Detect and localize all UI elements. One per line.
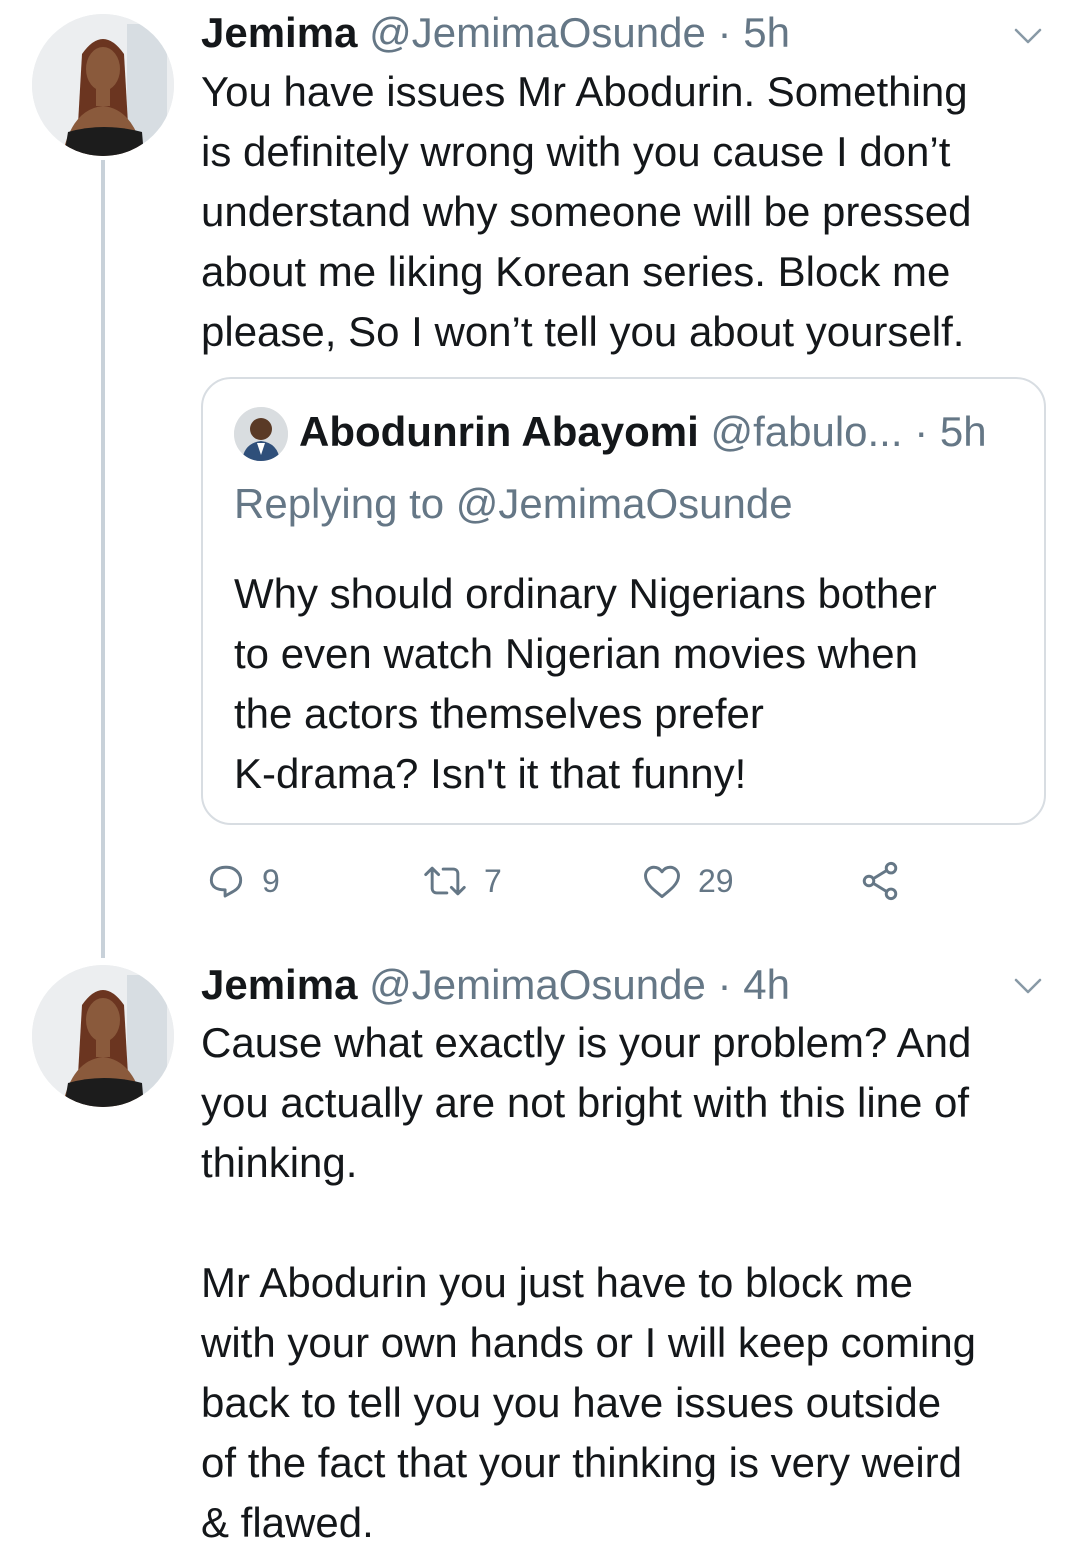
tweet-header: Jemima @JemimaOsunde · 4h: [201, 960, 790, 1010]
retweet-count: 7: [484, 862, 502, 899]
avatar-image: [32, 965, 174, 1107]
share-button[interactable]: [858, 858, 902, 904]
quote-author-name: Abodunrin Abayomi: [299, 408, 699, 455]
like-button[interactable]: 29: [640, 858, 734, 904]
separator: ·: [717, 961, 732, 1008]
like-count: 29: [698, 862, 734, 899]
reply-icon: [209, 865, 243, 898]
avatar-image: [32, 14, 174, 156]
heart-icon: [644, 865, 680, 899]
author-handle[interactable]: @JemimaOsunde: [369, 9, 706, 56]
timestamp[interactable]: 4h: [743, 961, 790, 1008]
quote-author-handle: @fabulo...: [710, 408, 903, 455]
quote-timestamp: 5h: [939, 408, 987, 455]
reply-count: 9: [262, 862, 280, 899]
thread-line: [101, 160, 105, 958]
quote-avatar: [234, 407, 288, 461]
quoted-tweet[interactable]: Abodunrin Abayomi @fabulo... · 5h Replyi…: [201, 377, 1046, 825]
replying-to: Replying to @JemimaOsunde: [234, 480, 793, 527]
avatar[interactable]: [32, 965, 174, 1107]
share-icon: [862, 861, 898, 901]
timestamp[interactable]: 5h: [743, 9, 790, 56]
tweet-header: Jemima @JemimaOsunde · 5h: [201, 8, 790, 58]
author-name[interactable]: Jemima: [201, 961, 357, 1008]
avatar[interactable]: [32, 14, 174, 156]
author-handle[interactable]: @JemimaOsunde: [369, 961, 706, 1008]
quote-avatar-image: [234, 407, 288, 461]
separator: ·: [717, 9, 732, 56]
quote-text: Why should ordinary Nigerians bother to …: [234, 570, 937, 797]
separator: ·: [914, 408, 929, 455]
tweet-text: You have issues Mr Abodurin. Something i…: [201, 68, 972, 355]
author-name[interactable]: Jemima: [201, 9, 357, 56]
reply-button[interactable]: 9: [204, 858, 280, 904]
chevron-down-icon[interactable]: [1008, 20, 1048, 50]
quote-header: Abodunrin Abayomi @fabulo... · 5h: [299, 407, 987, 457]
chevron-down-icon[interactable]: [1008, 970, 1048, 1000]
retweet-icon: [424, 866, 466, 896]
tweet-text: Cause what exactly is your problem? And …: [201, 1019, 977, 1546]
retweet-button[interactable]: 7: [420, 858, 502, 904]
